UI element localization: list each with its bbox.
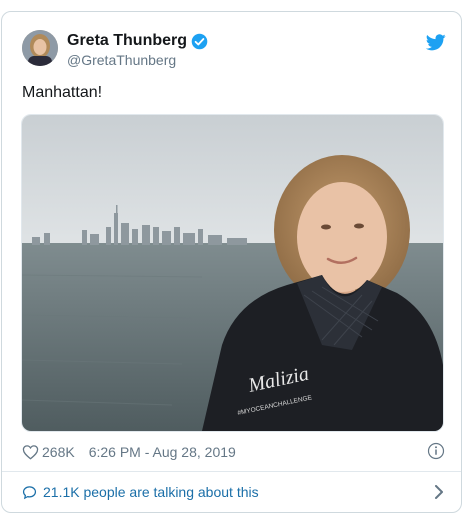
twitter-bird-icon[interactable] xyxy=(426,34,446,51)
tweet-text: Manhattan! xyxy=(22,84,103,101)
author-handle[interactable]: @GretaThunberg xyxy=(67,52,176,68)
tweet-header: Greta Thunberg @GretaThunberg xyxy=(22,30,446,70)
tweet-photo[interactable]: Malizia #MYOCEANCHALLENGE xyxy=(21,114,444,432)
like-count[interactable]: 268K xyxy=(42,444,75,460)
tweet-meta: 268K 6:26 PM - Aug 28, 2019 xyxy=(22,442,236,462)
tweet-card: Greta Thunberg @GretaThunberg Manhattan! xyxy=(1,11,462,513)
conversation-link[interactable]: 21.1K people are talking about this xyxy=(22,482,444,502)
info-icon[interactable] xyxy=(427,442,445,460)
verified-badge-icon xyxy=(191,33,208,49)
author-name[interactable]: Greta Thunberg xyxy=(67,32,187,50)
talking-text[interactable]: 21.1K people are talking about this xyxy=(43,484,259,500)
chevron-right-icon[interactable] xyxy=(434,485,444,499)
divider xyxy=(2,471,461,472)
heart-icon[interactable] xyxy=(22,444,39,460)
author-row[interactable]: Greta Thunberg xyxy=(67,32,208,50)
avatar[interactable] xyxy=(22,30,58,66)
speech-bubble-icon xyxy=(22,485,37,499)
tweet-timestamp[interactable]: 6:26 PM - Aug 28, 2019 xyxy=(89,444,236,460)
